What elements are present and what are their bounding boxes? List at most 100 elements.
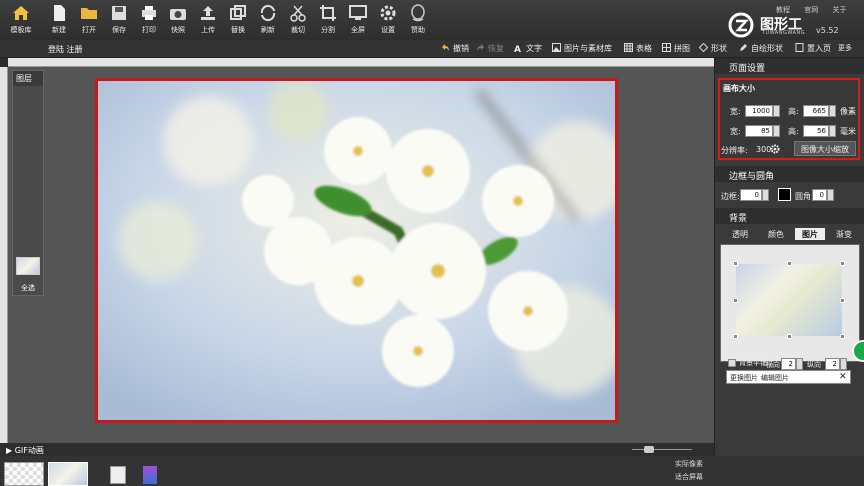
canvas[interactable] [95, 78, 618, 423]
snapshot-button[interactable]: 快照 [163, 4, 193, 35]
table-button[interactable]: 表格 [624, 43, 652, 54]
width-px-stepper[interactable] [773, 105, 780, 117]
redo-button[interactable]: 恢复 [476, 43, 504, 54]
actual-pixels-button[interactable]: 实际像素 [664, 458, 714, 471]
pixel-unit: 像素 [840, 107, 856, 116]
width-mm-stepper[interactable] [773, 125, 780, 137]
resolution-value[interactable]: 300 [756, 145, 771, 154]
insert-page-button[interactable]: 置入页 [795, 43, 831, 54]
settings-button[interactable]: 设置 [373, 4, 403, 35]
shape-button[interactable]: 形状 [699, 43, 727, 54]
corner-input[interactable]: 0 [812, 189, 827, 201]
tile-checkbox[interactable] [728, 359, 736, 367]
crop-icon [320, 5, 336, 21]
folder-open-icon [81, 8, 97, 19]
change-image-button[interactable]: 更换图片 [730, 373, 758, 383]
more-button[interactable]: 更多 [838, 43, 852, 53]
mm-unit: 毫米 [840, 127, 856, 136]
secondary-toolbar: 登陆 注册 撤销 恢复 A 文字 图片与素材库 表格 拼图 形状 自绘形状 置入页… [0, 40, 864, 58]
undo-button[interactable]: 撤销 [441, 43, 469, 54]
height-mm-stepper[interactable] [829, 125, 836, 137]
resize-handle-br[interactable] [840, 334, 845, 339]
resize-handle-b[interactable] [787, 334, 792, 339]
height-px-stepper[interactable] [829, 105, 836, 117]
replace-button[interactable]: 替换 [223, 4, 253, 35]
resize-handle-l[interactable] [733, 298, 738, 303]
tab-gradient[interactable]: 渐变 [827, 228, 861, 240]
about-link[interactable]: 关于 [832, 6, 846, 14]
horizontal-stepper[interactable] [796, 358, 803, 370]
undo-icon [442, 44, 449, 51]
custom-shape-button[interactable]: 自绘形状 [739, 43, 783, 54]
horizontal-input[interactable]: 2 [781, 358, 796, 370]
resolution-gear-icon[interactable] [770, 144, 780, 154]
border-stepper[interactable] [762, 189, 769, 201]
tab-color[interactable]: 颜色 [759, 228, 793, 240]
sponsor-button[interactable]: 赞助 [403, 4, 433, 35]
add-frame-icon[interactable] [110, 466, 126, 484]
website-link[interactable]: 官网 [804, 6, 818, 14]
save-button[interactable]: 保存 [104, 4, 134, 35]
table-icon [624, 43, 633, 52]
page-settings-header: 页面设置 [715, 58, 864, 74]
redo-icon [477, 44, 484, 51]
image-icon [552, 43, 561, 52]
upload-button[interactable]: 上传 [193, 4, 223, 35]
canvas-size-title: 画布大小 [723, 84, 755, 93]
sponsor-icon [411, 4, 425, 22]
vertical-stepper[interactable] [840, 358, 847, 370]
resize-handle-r[interactable] [840, 298, 845, 303]
background-preview-image [736, 264, 842, 336]
edit-image-button[interactable]: 编辑图片 [761, 373, 789, 383]
resize-handle-tr[interactable] [840, 261, 845, 266]
cut-button[interactable]: 裁切 [283, 4, 313, 35]
frame-tool-icon[interactable] [143, 466, 157, 484]
vertical-label: 纵向 [807, 361, 821, 369]
gif-frame-image[interactable] [48, 462, 88, 486]
tutorial-link[interactable]: 教程 [776, 6, 790, 14]
width-mm-input[interactable]: 85 [745, 125, 773, 137]
resize-handle-tl[interactable] [733, 261, 738, 266]
zoom-slider[interactable] [632, 446, 692, 453]
select-all-button[interactable]: 全选 [13, 283, 43, 293]
print-button[interactable]: 打印 [134, 4, 164, 35]
view-buttons: 实际像素 适合屏幕 [664, 458, 714, 486]
gif-title: ▶ GIF动画 [6, 446, 44, 455]
main-toolbar: 模板库 新建 打开 保存 打印 快照 上传 替换 刷新 裁切 分割 全屏 设置 … [0, 0, 864, 40]
new-button[interactable]: 新建 [44, 4, 74, 35]
delete-image-icon[interactable]: ✕ [839, 372, 847, 382]
camera-icon [170, 9, 186, 20]
canvas-size-group: 画布大小 宽: 1000 高: 665 像素 宽: 85 高: 56 毫米 分辨… [718, 78, 860, 160]
width-mm-label: 宽: [730, 127, 741, 136]
refresh-button[interactable]: 刷新 [253, 4, 283, 35]
collage-button[interactable]: 拼图 [662, 43, 690, 54]
corner-stepper[interactable] [827, 189, 834, 201]
border-input[interactable]: 0 [740, 189, 762, 201]
height-mm-input[interactable]: 56 [803, 125, 829, 137]
tab-image[interactable]: 图片 [795, 228, 825, 240]
brand-subtitle: TUWANGWANG [762, 30, 806, 36]
images-materials-button[interactable]: 图片与素材库 [552, 43, 612, 54]
width-px-input[interactable]: 1000 [745, 105, 773, 117]
open-button[interactable]: 打开 [74, 4, 104, 35]
template-library-button[interactable]: 模板库 [6, 4, 36, 35]
text-button[interactable]: A 文字 [514, 43, 542, 55]
gif-frame-transparent[interactable] [4, 462, 44, 486]
height-px-input[interactable]: 665 [803, 105, 829, 117]
fullscreen-button[interactable]: 全屏 [343, 4, 373, 35]
login-link[interactable]: 登陆 [48, 45, 64, 54]
fit-screen-button[interactable]: 适合屏幕 [664, 471, 714, 484]
resize-handle-bl[interactable] [733, 334, 738, 339]
background-preview[interactable] [736, 264, 842, 336]
tab-transparent[interactable]: 透明 [723, 228, 757, 240]
register-link[interactable]: 注册 [67, 45, 83, 54]
layers-title: 图层 [13, 71, 43, 86]
border-color-swatch[interactable] [778, 188, 791, 201]
pen-icon [740, 44, 747, 51]
border-label: 边框: [721, 192, 740, 201]
resize-handle-t[interactable] [787, 261, 792, 266]
layer-thumbnail[interactable] [16, 257, 40, 275]
split-button[interactable]: 分割 [313, 4, 343, 35]
vertical-input[interactable]: 2 [825, 358, 840, 370]
image-resize-button[interactable]: 图像大小缩放 [794, 141, 856, 156]
